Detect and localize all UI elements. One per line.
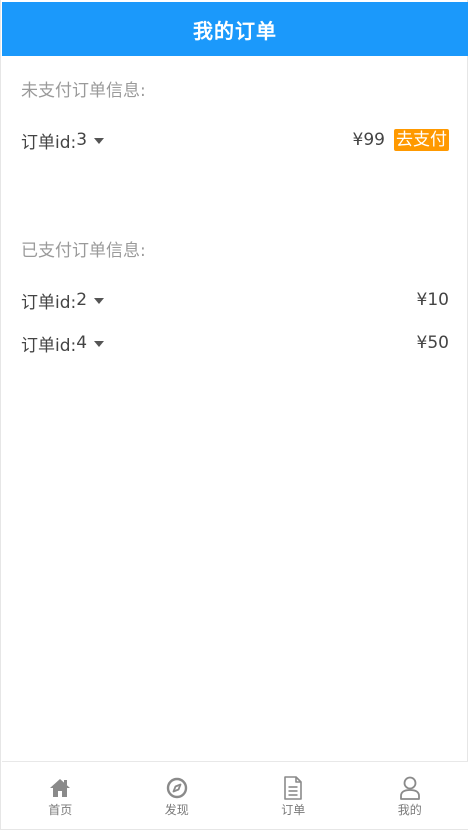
user-icon: [398, 776, 422, 800]
unpaid-section-title: 未支付订单信息:: [21, 81, 146, 101]
header-bar: 我的订单: [2, 2, 468, 56]
order-id-value: 4: [76, 333, 88, 353]
order-price: ¥99: [352, 130, 385, 150]
paid-order-row: 订单id: 4 ¥50: [21, 328, 449, 358]
pay-button[interactable]: 去支付: [394, 129, 449, 151]
order-price: ¥50: [416, 333, 449, 353]
page-title: 我的订单: [193, 18, 277, 43]
caret-down-icon[interactable]: [94, 340, 105, 347]
order-price: ¥10: [416, 290, 449, 310]
order-id-toggle[interactable]: 订单id: 4: [21, 331, 105, 356]
home-icon: [48, 776, 72, 800]
order-id-label: 订单id:: [21, 292, 77, 313]
tab-label: 发现: [164, 803, 189, 817]
order-price-area: ¥99 去支付: [353, 129, 449, 151]
tab-discover[interactable]: 发现: [119, 762, 236, 829]
caret-down-icon[interactable]: [94, 297, 105, 304]
bottom-tab-bar: 首页 发现 订单 我的: [2, 761, 468, 829]
caret-down-icon[interactable]: [94, 137, 105, 144]
unpaid-order-row: 订单id: 3 ¥99 去支付: [21, 125, 449, 155]
tab-label: 首页: [48, 803, 73, 817]
order-id-value: 3: [76, 130, 88, 150]
order-id-value: 2: [76, 290, 88, 310]
tab-mine[interactable]: 我的: [352, 762, 468, 829]
app-frame: 我的订单 未支付订单信息: 订单id: 3 ¥99 去支付 已支付订单信息: 订…: [0, 0, 468, 830]
order-price-area: ¥10: [417, 290, 449, 310]
tab-home[interactable]: 首页: [2, 762, 119, 829]
order-id-toggle[interactable]: 订单id: 2: [21, 288, 105, 313]
tab-orders[interactable]: 订单: [235, 762, 352, 829]
order-id-toggle[interactable]: 订单id: 3: [21, 128, 105, 153]
tab-label: 订单: [281, 803, 306, 817]
compass-icon: [165, 776, 189, 800]
paid-section-title: 已支付订单信息:: [21, 241, 146, 261]
order-id-label: 订单id:: [21, 335, 77, 356]
tab-label: 我的: [397, 803, 422, 817]
order-id-label: 订单id:: [21, 132, 77, 153]
document-icon: [281, 776, 305, 800]
paid-order-row: 订单id: 2 ¥10: [21, 285, 449, 315]
order-price-area: ¥50: [417, 333, 449, 353]
